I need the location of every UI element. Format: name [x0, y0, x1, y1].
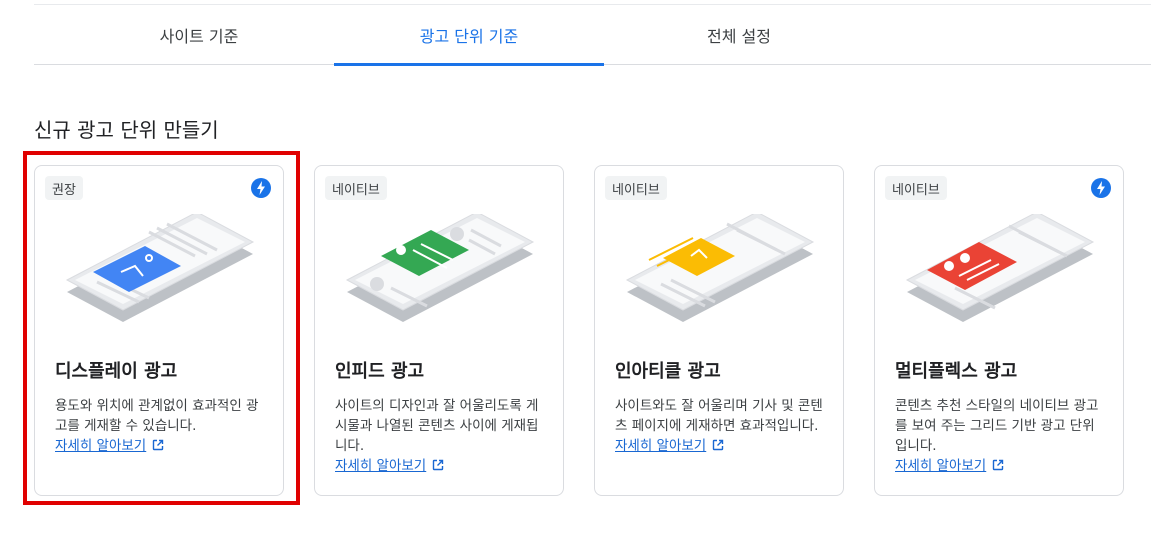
badge-native: 네이티브 — [325, 176, 387, 200]
tab-bar: 사이트 기준 광고 단위 기준 전체 설정 — [34, 5, 1151, 66]
tab-ad-unit-based[interactable]: 광고 단위 기준 — [334, 5, 604, 66]
card-inarticle-ad[interactable]: 네이티브 인아티클 광고 사이트와도 잘 어울리며 기사 및 콘텐츠 페이지에 … — [594, 165, 844, 496]
tab-global-settings[interactable]: 전체 설정 — [604, 5, 874, 65]
infeed-ad-illustration — [345, 214, 535, 322]
external-link-icon — [713, 439, 724, 451]
card-infeed-ad[interactable]: 네이티브 인피드 광고 사이트의 디자인과 잘 어울리도록 게시물과 나열된 콘… — [314, 165, 564, 496]
card-description: 사이트와도 잘 어울리며 기사 및 콘텐츠 페이지에 게재하면 효과적입니다. … — [615, 398, 823, 454]
learn-more-link[interactable]: 자세히 알아보기 — [335, 458, 444, 474]
card-display-ad[interactable]: 권장 디스플레이 광고 용도와 위치에 관계없이 효과적인 광고를 게재할 수 … — [34, 165, 284, 496]
tab-site-based[interactable]: 사이트 기준 — [64, 5, 334, 65]
badge-recommended: 권장 — [45, 176, 83, 200]
learn-more-link[interactable]: 자세히 알아보기 — [895, 458, 1004, 474]
card-description: 콘텐츠 추천 스타일의 네이티브 광고를 보여 주는 그리드 기반 광고 단위입… — [895, 398, 1099, 474]
card-title: 인아티클 광고 — [615, 361, 721, 382]
lightning-bolt-icon — [251, 178, 271, 198]
multiplex-ad-illustration — [905, 214, 1095, 322]
badge-native: 네이티브 — [605, 176, 667, 200]
inarticle-ad-illustration — [625, 214, 815, 322]
external-link-icon — [153, 439, 164, 451]
card-description: 용도와 위치에 관계없이 효과적인 광고를 게재할 수 있습니다. 자세히 알아… — [55, 398, 259, 454]
display-ad-illustration — [65, 214, 255, 322]
badge-native: 네이티브 — [885, 176, 947, 200]
card-title: 인피드 광고 — [335, 361, 425, 382]
card-multiplex-ad[interactable]: 네이티브 멀티플렉스 광고 콘텐츠 추천 스타일의 네이티브 광고를 보여 주는… — [874, 165, 1124, 496]
card-description: 사이트의 디자인과 잘 어울리도록 게시물과 나열된 콘텐츠 사이에 게재됩니다… — [335, 398, 539, 474]
lightning-bolt-icon — [1091, 178, 1111, 198]
external-link-icon — [993, 459, 1004, 471]
learn-more-link[interactable]: 자세히 알아보기 — [615, 438, 724, 454]
section-title: 신규 광고 단위 만들기 — [34, 118, 219, 142]
external-link-icon — [433, 459, 444, 471]
learn-more-link[interactable]: 자세히 알아보기 — [55, 438, 164, 454]
card-title: 디스플레이 광고 — [55, 361, 178, 382]
card-title: 멀티플렉스 광고 — [895, 361, 1018, 382]
